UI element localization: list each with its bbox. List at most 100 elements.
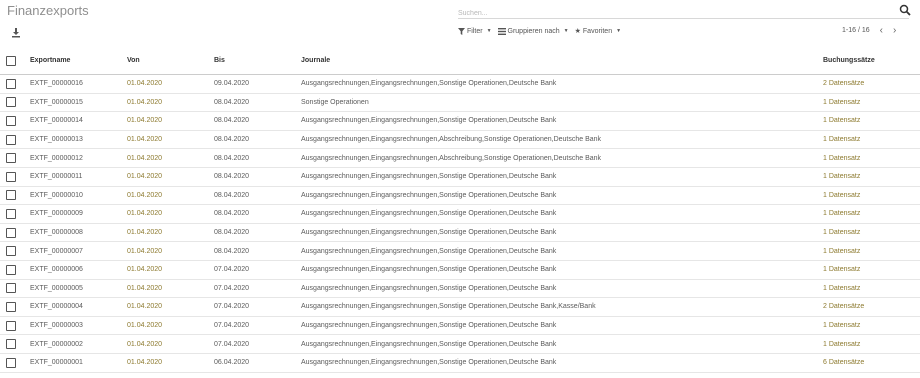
table-row[interactable]: EXTF_00000006 01.04.2020 07.04.2020 Ausgang… — [0, 260, 920, 280]
cell-buchungssaetze[interactable]: 2 Datensätze — [823, 74, 920, 94]
table-row[interactable]: EXTF_00000002 01.04.2020 07.04.2020 Ausgang… — [0, 334, 920, 354]
cell-exportname: EXTF_00000005 — [30, 279, 127, 299]
cell-buchungssaetze[interactable]: 1 Datensatz — [823, 223, 920, 243]
select-all-checkbox[interactable] — [6, 55, 16, 66]
cell-journale: Ausgangsrechnungen,Eingangsrechnungen,So… — [301, 316, 823, 336]
cell-bis: 08.04.2020 — [214, 93, 301, 113]
cell-exportname: EXTF_00000003 — [30, 316, 127, 336]
row-checkbox[interactable] — [6, 264, 16, 275]
cell-buchungssaetze[interactable]: 1 Datensatz — [823, 279, 920, 299]
search-input[interactable] — [458, 6, 878, 21]
column-header-journale[interactable]: Journale — [301, 47, 823, 75]
table-row[interactable]: EXTF_00000011 01.04.2020 08.04.2020 Ausgang… — [0, 167, 920, 187]
search-icon[interactable] — [899, 4, 911, 16]
cell-journale: Sonstige Operationen — [301, 93, 823, 113]
row-checkbox[interactable] — [6, 246, 16, 257]
cell-von: 01.04.2020 — [127, 111, 214, 131]
row-checkbox[interactable] — [6, 115, 16, 126]
cell-journale: Ausgangsrechnungen,Eingangsrechnungen,So… — [301, 297, 823, 317]
row-checkbox[interactable] — [6, 320, 16, 331]
table-row[interactable]: EXTF_00000004 01.04.2020 07.04.2020 Ausgang… — [0, 297, 920, 317]
cell-bis: 09.04.2020 — [214, 74, 301, 94]
column-header-buchungssaetze[interactable]: Buchungssätze — [823, 47, 920, 75]
chevron-right-icon[interactable]: › — [893, 26, 896, 36]
pager-value[interactable]: 1-16 / 16 — [842, 27, 870, 34]
cell-buchungssaetze[interactable]: 1 Datensatz — [823, 204, 920, 224]
list-icon — [497, 27, 506, 35]
cell-buchungssaetze[interactable]: 1 Datensatz — [823, 260, 920, 280]
row-checkbox[interactable] — [6, 97, 16, 108]
cell-bis: 06.04.2020 — [214, 353, 301, 373]
cell-exportname: EXTF_00000002 — [30, 334, 127, 354]
cell-journale: Ausgangsrechnungen,Eingangsrechnungen,So… — [301, 204, 823, 224]
cell-bis: 07.04.2020 — [214, 316, 301, 336]
cell-exportname: EXTF_00000004 — [30, 297, 127, 317]
cell-buchungssaetze[interactable]: 2 Datensätze — [823, 297, 920, 317]
cell-journale: Ausgangsrechnungen,Eingangsrechnungen,So… — [301, 74, 823, 94]
column-header-von[interactable]: Von — [127, 47, 214, 75]
cell-buchungssaetze[interactable]: 1 Datensatz — [823, 334, 920, 354]
cell-journale: Ausgangsrechnungen,Eingangsrechnungen,So… — [301, 279, 823, 299]
table-header-row: Exportname Von Bis Journale Buchungssätz… — [0, 47, 920, 75]
row-checkbox[interactable] — [6, 134, 16, 145]
table-row[interactable]: EXTF_00000003 01.04.2020 07.04.2020 Ausgang… — [0, 316, 920, 336]
row-checkbox[interactable] — [6, 190, 16, 201]
filter-label: Filter — [467, 27, 483, 35]
exports-table: Exportname Von Bis Journale Buchungssätz… — [0, 47, 920, 373]
cell-buchungssaetze[interactable]: 1 Datensatz — [823, 111, 920, 131]
cell-buchungssaetze[interactable]: 1 Datensatz — [823, 167, 920, 187]
cell-journale: Ausgangsrechnungen,Eingangsrechnungen,So… — [301, 111, 823, 131]
column-header-exportname[interactable]: Exportname — [30, 47, 127, 75]
cell-bis: 08.04.2020 — [214, 167, 301, 187]
row-checkbox[interactable] — [6, 339, 16, 350]
caret-down-icon: ▼ — [616, 28, 622, 34]
download-icon[interactable] — [11, 28, 21, 38]
cell-von: 01.04.2020 — [127, 148, 214, 168]
cell-exportname: EXTF_00000009 — [30, 204, 127, 224]
cell-von: 01.04.2020 — [127, 74, 214, 94]
row-checkbox[interactable] — [6, 283, 16, 294]
row-checkbox[interactable] — [6, 153, 16, 164]
favorites-button[interactable]: ★ Favoriten ▼ — [575, 27, 622, 36]
cell-exportname: EXTF_00000006 — [30, 260, 127, 280]
table-row[interactable]: EXTF_00000007 01.04.2020 08.04.2020 Ausgang… — [0, 241, 920, 261]
cell-von: 01.04.2020 — [127, 297, 214, 317]
row-checkbox[interactable] — [6, 357, 16, 368]
row-checkbox[interactable] — [6, 227, 16, 238]
cell-buchungssaetze[interactable]: 1 Datensatz — [823, 186, 920, 206]
cell-exportname: EXTF_00000012 — [30, 148, 127, 168]
cell-von: 01.04.2020 — [127, 204, 214, 224]
cell-buchungssaetze[interactable]: 1 Datensatz — [823, 93, 920, 113]
table-row[interactable]: EXTF_00000013 01.04.2020 08.04.2020 Ausgang… — [0, 130, 920, 150]
cell-buchungssaetze[interactable]: 1 Datensatz — [823, 241, 920, 261]
table-row[interactable]: EXTF_00000010 01.04.2020 08.04.2020 Ausgang… — [0, 186, 920, 206]
row-checkbox[interactable] — [6, 171, 16, 182]
column-header-bis[interactable]: Bis — [214, 47, 301, 75]
cell-buchungssaetze[interactable]: 1 Datensatz — [823, 130, 920, 150]
table-row[interactable]: EXTF_00000009 01.04.2020 08.04.2020 Ausgang… — [0, 204, 920, 224]
cell-journale: Ausgangsrechnungen,Eingangsrechnungen,So… — [301, 260, 823, 280]
filter-button[interactable]: Filter ▼ — [458, 27, 492, 35]
table-row[interactable]: EXTF_00000016 01.04.2020 09.04.2020 Ausgang… — [0, 74, 920, 94]
cell-bis: 08.04.2020 — [214, 111, 301, 131]
row-checkbox[interactable] — [6, 78, 16, 89]
cell-bis: 08.04.2020 — [214, 148, 301, 168]
row-checkbox[interactable] — [6, 208, 16, 219]
cell-von: 01.04.2020 — [127, 279, 214, 299]
cell-bis: 07.04.2020 — [214, 279, 301, 299]
table-row[interactable]: EXTF_00000015 01.04.2020 08.04.2020 Sonstig… — [0, 93, 920, 113]
cell-buchungssaetze[interactable]: 1 Datensatz — [823, 148, 920, 168]
group-by-button[interactable]: Gruppieren nach ▼ — [497, 27, 569, 35]
table-row[interactable]: EXTF_00000001 01.04.2020 06.04.2020 Ausgang… — [0, 353, 920, 373]
cell-von: 01.04.2020 — [127, 223, 214, 243]
table-row[interactable]: EXTF_00000005 01.04.2020 07.04.2020 Ausgang… — [0, 279, 920, 299]
table-row[interactable]: EXTF_00000012 01.04.2020 08.04.2020 Ausgang… — [0, 148, 920, 168]
chevron-left-icon[interactable]: ‹ — [880, 26, 883, 36]
cell-exportname: EXTF_00000011 — [30, 167, 127, 187]
table-row[interactable]: EXTF_00000014 01.04.2020 08.04.2020 Ausgang… — [0, 111, 920, 131]
cell-buchungssaetze[interactable]: 6 Datensätze — [823, 353, 920, 373]
cell-bis: 07.04.2020 — [214, 260, 301, 280]
table-row[interactable]: EXTF_00000008 01.04.2020 08.04.2020 Ausgang… — [0, 223, 920, 243]
row-checkbox[interactable] — [6, 301, 16, 312]
cell-buchungssaetze[interactable]: 1 Datensatz — [823, 316, 920, 336]
